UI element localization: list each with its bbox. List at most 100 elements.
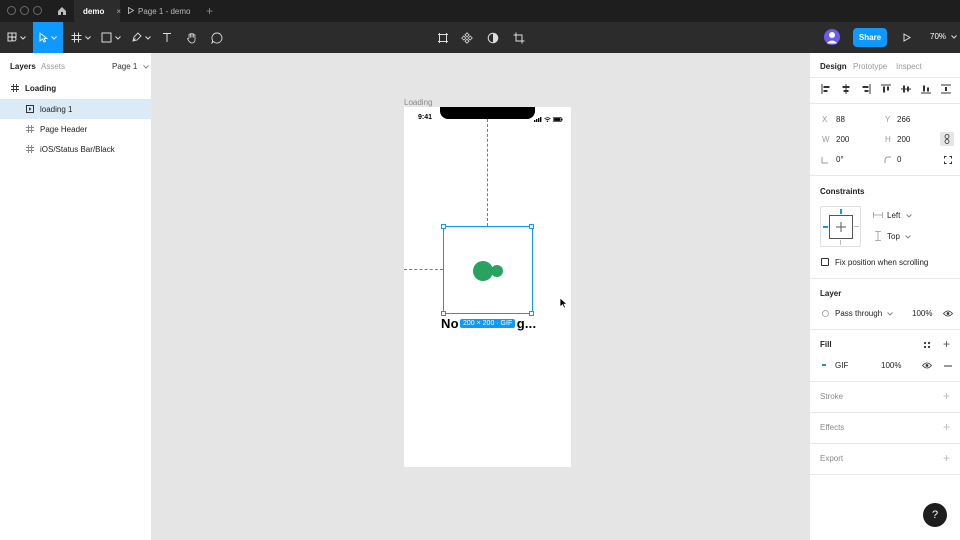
chevron-down-icon [142,65,149,69]
present-button[interactable] [900,22,914,53]
fix-position-checkbox[interactable] [821,258,829,266]
horizontal-constraint-value: Left [887,211,901,220]
share-button[interactable]: Share [853,28,887,47]
constraints-widget[interactable] [820,206,861,247]
rotation-input[interactable]: 0° [836,155,844,164]
chevron-down-icon [51,35,57,40]
distribute-icon [941,84,951,94]
corner-radius-input[interactable]: 0 [897,155,901,164]
page-select-value: Page 1 [112,62,138,71]
pen-tool-button[interactable] [128,22,154,53]
window-close-button[interactable] [7,6,16,15]
zoom-dropdown[interactable]: 70% [930,32,958,41]
tab-label: demo [83,6,105,16]
mouse-cursor-icon [559,297,568,309]
divider [810,381,960,382]
horizontal-constraint-icon [873,212,883,218]
layer-row-loading-1[interactable]: loading 1 [0,99,152,119]
w-input[interactable]: 200 [836,135,849,144]
tab-inspect[interactable]: Inspect [896,62,922,71]
tab-page-1-demo[interactable]: Page 1 - demo [128,0,198,22]
fill-opacity-input[interactable]: 100% [881,361,901,370]
fill-swatch[interactable] [822,364,826,366]
crop-frame-button[interactable] [436,22,450,53]
tab-demo[interactable]: demo × [74,0,121,22]
y-input[interactable]: 266 [897,115,910,124]
hand-tool-button[interactable] [183,22,201,53]
shape-tool-button[interactable] [98,22,124,53]
align-right-icon [862,84,871,94]
frame-hash-icon [26,125,34,133]
home-icon[interactable] [56,5,68,17]
hand-icon [187,32,196,43]
layer-row-status-bar[interactable]: iOS/Status Bar/Black [0,139,152,159]
add-export-plus-icon[interactable]: + [943,451,950,465]
pen-icon [132,32,142,42]
mask-button[interactable] [486,22,500,53]
loading-text-tail: g... [516,316,537,331]
signal-icon [534,117,542,122]
vertical-constraint-icon [875,231,881,241]
divider [810,103,960,104]
horizontal-constraint-select[interactable]: Left [887,211,912,220]
resize-handle-top-left[interactable] [441,224,446,229]
component-icon [461,31,473,44]
add-effect-plus-icon[interactable]: + [943,420,950,434]
w-label: W [822,135,830,144]
canvas[interactable]: Loading 9:41 No g... 200 × 200 · GIF [152,53,809,540]
tab-assets[interactable]: Assets [41,62,65,71]
measure-guide-horizontal [404,269,443,270]
text-tool-button[interactable] [158,22,176,53]
h-input[interactable]: 200 [897,135,910,144]
crop-button[interactable] [512,22,526,53]
user-icon [826,32,838,44]
window-zoom-button[interactable] [33,6,42,15]
frame-label[interactable]: Loading [404,98,432,107]
resize-handle-bottom-left[interactable] [441,311,446,316]
layer-opacity-input[interactable]: 100% [912,309,932,318]
close-icon[interactable]: × [116,7,121,16]
selected-gif-image[interactable] [443,226,533,314]
resize-handle-bottom-right[interactable] [529,311,534,316]
export-title: Export [820,454,844,463]
main-menu-button[interactable] [4,22,28,53]
align-top-icon [881,84,891,93]
page-select[interactable]: Page 1 [112,62,149,71]
comment-tool-button[interactable] [208,22,226,53]
window-minimize-button[interactable] [20,6,29,15]
comment-icon [211,32,223,44]
layer-row-page-header[interactable]: Page Header [0,119,152,139]
rectangle-icon [101,32,112,43]
layer-label: iOS/Status Bar/Black [40,144,115,154]
vertical-constraint-select[interactable]: Top [887,232,911,241]
fill-type[interactable]: GIF [835,361,848,370]
measure-guide-vertical [487,119,488,226]
vertical-constraint-value: Top [887,232,900,241]
blend-mode-select[interactable]: Pass through [835,309,894,318]
constrain-proportions-button[interactable] [940,132,954,146]
divider [810,278,960,279]
constraints-title: Constraints [820,187,865,196]
add-fill-plus-icon[interactable]: + [943,337,950,351]
loading-frame[interactable]: 9:41 No g... 200 × 200 · GIF [404,107,571,467]
resize-handle-top-right[interactable] [529,224,534,229]
help-button[interactable]: ? [923,503,947,527]
divider [810,474,960,475]
avatar[interactable] [824,29,840,45]
loading-blob-icon [473,261,503,281]
component-button[interactable] [460,22,474,53]
crop-icon [513,32,525,43]
frame-tool-button[interactable] [68,22,94,53]
eye-icon [943,310,953,317]
new-tab-plus-icon[interactable]: + [206,4,213,18]
x-input[interactable]: 88 [836,115,845,124]
play-icon [128,6,135,16]
align-horizontal-center-icon [842,84,850,94]
tab-layers[interactable]: Layers [10,62,36,71]
tab-prototype[interactable]: Prototype [853,62,887,71]
add-stroke-plus-icon[interactable]: + [943,389,950,403]
move-tool-button[interactable] [33,22,63,53]
layer-row-loading[interactable]: Loading [0,78,152,98]
size-badge: 200 × 200 · GIF [460,319,516,328]
tab-design[interactable]: Design [820,62,847,71]
